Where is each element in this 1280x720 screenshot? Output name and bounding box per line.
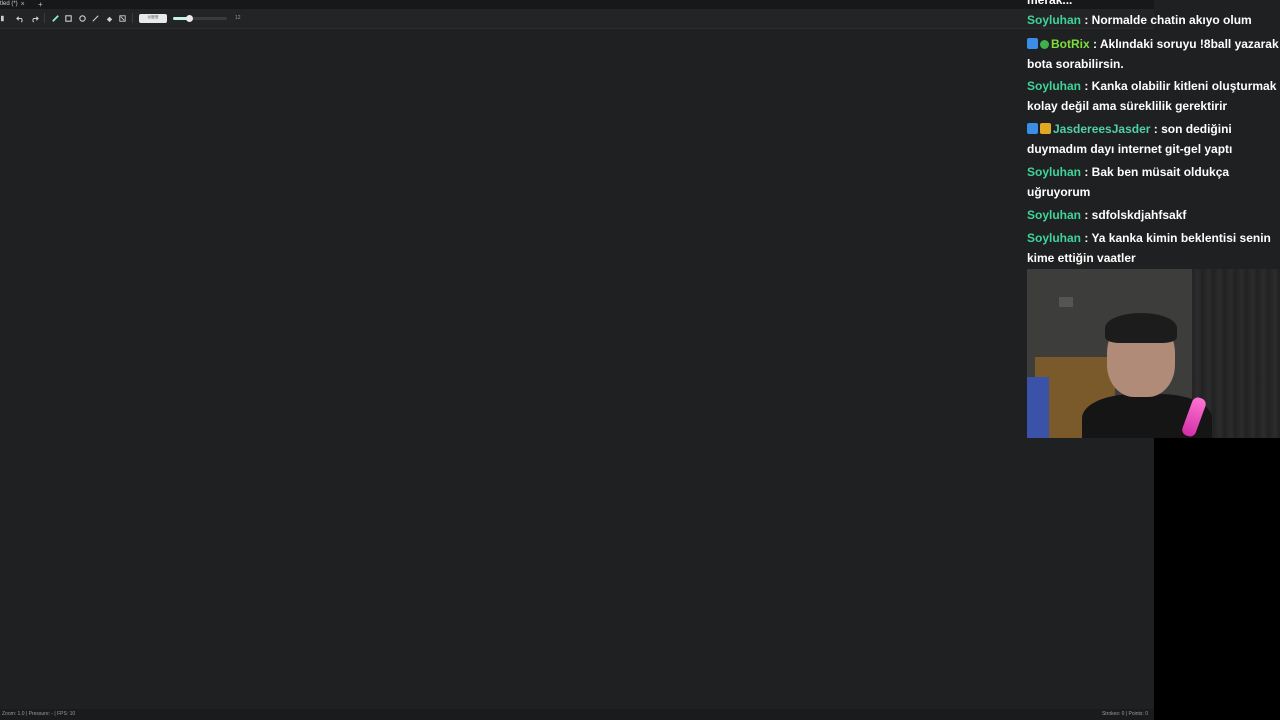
chat-message: Soyluhan : Bak ben müsait oldukça uğruyo… [1027, 162, 1280, 202]
tab-untitled[interactable]: tled (*) × [0, 0, 29, 9]
chat-username: Soyluhan [1027, 165, 1085, 179]
brush-size-value: 12 [235, 15, 241, 21]
chat-message: BotRix : Aklındaki soruyu !8ball yazarak… [1027, 34, 1280, 74]
chat-message-partial: merak... [1027, 0, 1073, 7]
rectangle-tool-icon[interactable] [63, 13, 73, 23]
drawing-app: tled (*) × + #ffffff 12 Zoom: 1.0 | Pres… [0, 0, 1154, 720]
chat-username: Soyluhan [1027, 208, 1085, 222]
toolbar-divider [132, 13, 133, 23]
chat-message: Soyluhan : Ya kanka kimin beklentisi sen… [1027, 228, 1280, 268]
chat-text: : sdfolskdjahfsakf [1084, 208, 1187, 222]
blue-badge-icon [1027, 123, 1038, 134]
chat-username: Soyluhan [1027, 231, 1085, 245]
chat-message: Soyluhan : sdfolskdjahfsakf [1027, 205, 1280, 225]
chat-username: Soyluhan [1027, 13, 1085, 27]
status-info: Zoom: 1.0 | Pressure: - | FPS: 10 [2, 711, 76, 717]
brush-size-slider[interactable] [173, 15, 227, 22]
status-bar: Zoom: 1.0 | Pressure: - | FPS: 10 Stroke… [0, 709, 1154, 720]
tab-title: tled (*) [0, 1, 18, 7]
tab-bar: tled (*) × + [0, 0, 1154, 9]
chat-username: Soyluhan [1027, 79, 1085, 93]
slider-thumb[interactable] [186, 15, 194, 22]
chat-message: Soyluhan : Normalde chatin akıyo olum [1027, 10, 1280, 30]
chat-overlay: merak... Soyluhan : Normalde chatin akıy… [1024, 0, 1280, 268]
webcam-feed [1027, 269, 1280, 438]
undo-icon[interactable] [15, 13, 25, 23]
gold-badge-icon [1040, 123, 1051, 134]
tab-close-icon[interactable]: × [21, 0, 25, 9]
chat-username: JasdereesJasder [1053, 122, 1154, 136]
eraser-tool-icon[interactable] [104, 13, 114, 23]
chat-message: Soyluhan : Kanka olabilir kitleni oluştu… [1027, 76, 1280, 116]
redo-icon[interactable] [29, 13, 39, 23]
green-badge-icon [1040, 40, 1049, 49]
circle-tool-icon[interactable] [77, 13, 87, 23]
toolbar-divider [44, 13, 45, 23]
overlay-background [1154, 438, 1280, 720]
status-stats: Strokes: 0 | Points: 0 [1101, 711, 1148, 717]
drawing-canvas[interactable] [0, 29, 1154, 709]
blue-badge-icon [1027, 38, 1038, 49]
chat-text: : Normalde chatin akıyo olum [1084, 13, 1252, 27]
line-tool-icon[interactable] [90, 13, 100, 23]
pen-tool-icon[interactable] [50, 13, 60, 23]
clear-canvas-icon[interactable] [117, 13, 127, 23]
color-picker[interactable]: #ffffff [139, 14, 167, 23]
chat-message: JasdereesJasder : son dediğini duymadım … [1027, 119, 1280, 159]
toolbar: #ffffff 12 [0, 9, 1154, 29]
chat-username: BotRix [1051, 37, 1093, 51]
new-tab-button[interactable]: + [38, 0, 43, 9]
menu-icon[interactable] [0, 13, 10, 23]
